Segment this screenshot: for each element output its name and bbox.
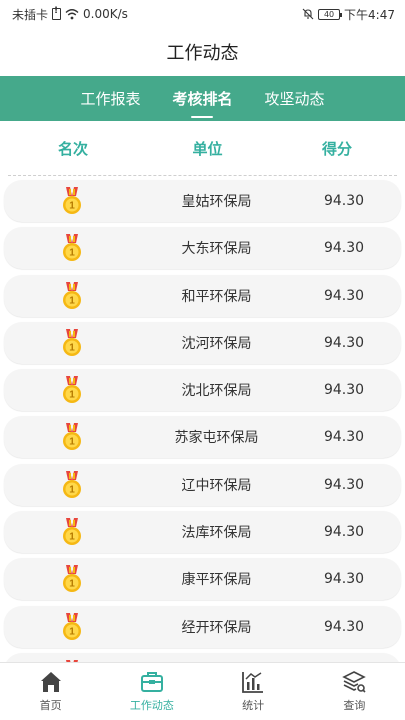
column-unit: 单位 <box>192 139 223 158</box>
medal-number: 1 <box>69 248 75 259</box>
bell-muted-icon <box>302 8 314 20</box>
table-row[interactable]: 1 沈河环保局 94.30 <box>4 321 401 364</box>
unit-cell: 大东环保局 <box>181 241 252 258</box>
column-score: 得分 <box>321 139 352 158</box>
tab-bar: 工作报表 考核排名 攻坚动态 <box>0 76 405 121</box>
carrier-text: 未插卡 <box>12 7 49 22</box>
bottom-nav: 首页 工作动态 统计 查询 <box>0 662 405 720</box>
table-row[interactable]: 1 大东环保局 94.30 <box>4 227 401 270</box>
score-cell: 94.30 <box>323 571 365 588</box>
battery-icon: 40 <box>318 8 343 20</box>
score-cell: 94.30 <box>323 524 365 541</box>
medal-icon: 1 <box>63 423 81 451</box>
rank-cell: 1 <box>4 423 140 451</box>
table-row[interactable]: 1 沈北环保局 94.30 <box>4 369 401 412</box>
nav-query[interactable]: 查询 <box>304 663 405 720</box>
medal-number: 1 <box>69 437 75 448</box>
table-row[interactable]: 1 康平环保局 94.30 <box>4 558 401 601</box>
clock: 下午4:47 <box>344 7 395 22</box>
nav-home[interactable]: 首页 <box>0 663 101 720</box>
score-cell: 94.30 <box>323 334 365 351</box>
chart-icon <box>242 672 264 693</box>
medal-icon: 1 <box>63 187 81 214</box>
score-cell: 94.30 <box>323 429 365 446</box>
page-header: 工作动态 <box>0 28 405 76</box>
medal-icon: 1 <box>63 612 81 640</box>
table-row[interactable]: 1 辽中环保局 94.30 <box>4 463 401 506</box>
unit-cell: 经开环保局 <box>181 619 252 636</box>
table-row[interactable]: 1 经开环保局 94.30 <box>4 605 401 648</box>
status-left: 未插卡 0.00K/s <box>12 6 128 23</box>
nav-label: 工作动态 <box>129 699 174 712</box>
medal-icon: 1 <box>63 565 81 593</box>
wifi-icon <box>65 9 79 20</box>
home-icon <box>40 672 61 692</box>
nav-work-dynamics[interactable]: 工作动态 <box>101 663 202 720</box>
table-row[interactable]: 1 皇姑环保局 94.30 <box>4 180 401 222</box>
score-cell: 94.30 <box>323 287 365 304</box>
rank-cell: 1 <box>4 612 140 641</box>
layers-search-icon <box>342 671 367 693</box>
medal-icon: 1 <box>63 234 81 262</box>
medal-number: 1 <box>69 390 75 401</box>
table-row[interactable]: 1 和平环保局 94.30 <box>4 274 401 317</box>
medal-icon: 1 <box>63 328 81 356</box>
table-header: 名次 单位 得分 <box>8 121 397 176</box>
unit-cell: 沈北环保局 <box>181 383 252 400</box>
rank-cell: 1 <box>4 234 140 262</box>
medal-icon: 1 <box>63 376 81 404</box>
page-title: 工作动态 <box>166 43 239 64</box>
unit-cell: 康平环保局 <box>181 572 252 589</box>
score-cell: 94.30 <box>323 193 365 209</box>
ranking-list[interactable]: 1 皇姑环保局 94.30 1 大东环保局 94.30 1 和平环保局 94.30 1 沈河环保局 9… <box>0 176 405 663</box>
sim-icon <box>52 6 62 20</box>
nav-label: 查询 <box>343 699 366 712</box>
battery-level: 40 <box>323 9 335 19</box>
medal-number: 1 <box>69 484 75 495</box>
rank-cell: 1 <box>4 187 140 215</box>
unit-cell: 辽中环保局 <box>181 477 252 494</box>
tab-work-report[interactable]: 工作报表 <box>64 76 156 121</box>
status-right: 40 下午4:47 <box>302 6 395 23</box>
unit-cell: 和平环保局 <box>181 288 252 305</box>
medal-number: 1 <box>69 626 75 637</box>
tab-assessment-ranking[interactable]: 考核排名 <box>156 76 248 121</box>
medal-number: 1 <box>69 342 75 353</box>
unit-cell: 苏家屯环保局 <box>174 430 259 447</box>
nav-label: 首页 <box>39 699 62 712</box>
tab-label: 攻坚动态 <box>264 90 325 108</box>
rank-cell: 1 <box>4 470 140 499</box>
network-speed: 0.00K/s <box>83 7 128 21</box>
unit-cell: 皇姑环保局 <box>181 194 252 210</box>
tab-label: 考核排名 <box>172 90 233 108</box>
column-rank: 名次 <box>57 139 88 158</box>
rank-cell: 1 <box>4 328 140 357</box>
medal-number: 1 <box>69 201 75 212</box>
nav-label: 统计 <box>242 699 265 712</box>
unit-cell: 法库环保局 <box>181 525 252 542</box>
score-cell: 94.30 <box>323 476 365 493</box>
score-cell: 94.30 <box>323 382 365 399</box>
medal-icon: 1 <box>63 281 81 309</box>
unit-cell: 沈河环保局 <box>181 335 252 352</box>
tab-tackling-dynamics[interactable]: 攻坚动态 <box>249 76 341 121</box>
rank-cell: 1 <box>4 281 140 310</box>
table-row[interactable]: 1 法库环保局 94.30 <box>4 511 401 554</box>
tab-label: 工作报表 <box>80 90 141 108</box>
nav-statistics[interactable]: 统计 <box>203 663 304 720</box>
rank-cell: 1 <box>4 518 140 546</box>
score-cell: 94.30 <box>323 240 365 257</box>
score-cell: 94.30 <box>323 618 365 635</box>
medal-number: 1 <box>69 579 75 590</box>
medal-number: 1 <box>69 532 75 543</box>
rank-cell: 1 <box>4 376 140 404</box>
briefcase-icon <box>140 672 163 692</box>
medal-icon: 1 <box>63 518 81 546</box>
status-bar: 未插卡 0.00K/s 40 下午4:47 <box>0 0 405 28</box>
medal-icon: 1 <box>63 470 81 498</box>
rank-cell: 1 <box>4 565 140 593</box>
medal-number: 1 <box>69 295 75 306</box>
table-row[interactable]: 1 苏家屯环保局 94.30 <box>4 416 401 459</box>
